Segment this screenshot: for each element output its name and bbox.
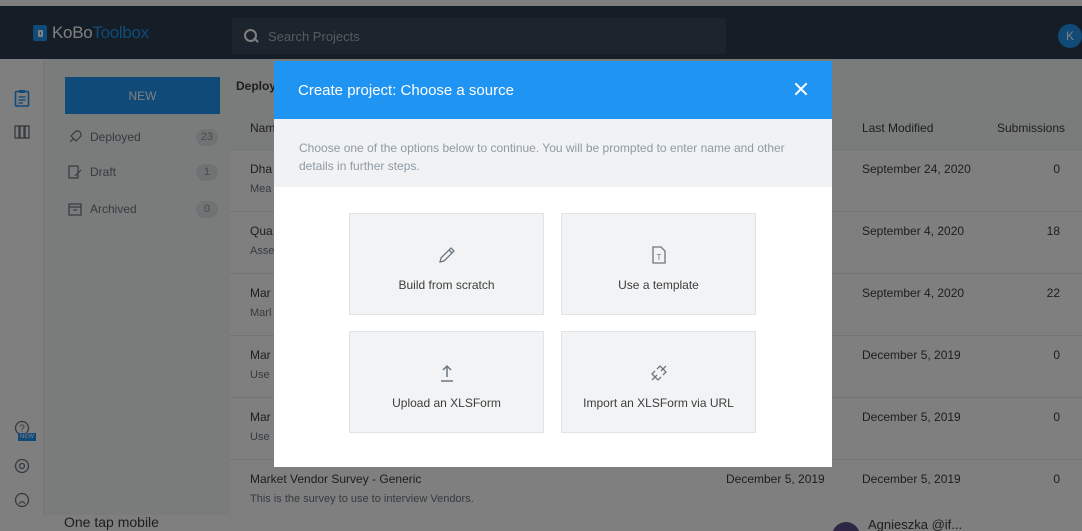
modal-title: Create project: Choose a source: [298, 82, 514, 99]
modal-info: Choose one of the options below to conti…: [274, 119, 832, 187]
upload-xlsform-button[interactable]: Upload an XLSForm: [349, 331, 544, 433]
template-icon: T: [562, 244, 755, 266]
svg-text:T: T: [656, 253, 661, 262]
upload-icon: [350, 362, 543, 384]
modal-header: Create project: Choose a source: [274, 61, 832, 119]
modal-instructions: Choose one of the options below to conti…: [299, 141, 785, 173]
build-from-scratch-button[interactable]: Build from scratch: [349, 213, 544, 315]
close-icon[interactable]: [791, 79, 811, 99]
use-template-button[interactable]: T Use a template: [561, 213, 756, 315]
option-label: Use a template: [618, 278, 699, 292]
link-icon: [562, 362, 755, 384]
create-project-modal: Create project: Choose a source Choose o…: [274, 61, 832, 467]
import-xlsform-url-button[interactable]: Import an XLSForm via URL: [561, 331, 756, 433]
option-label: Upload an XLSForm: [392, 396, 501, 410]
option-label: Import an XLSForm via URL: [583, 396, 734, 410]
pencil-icon: [350, 244, 543, 266]
option-label: Build from scratch: [398, 278, 495, 292]
